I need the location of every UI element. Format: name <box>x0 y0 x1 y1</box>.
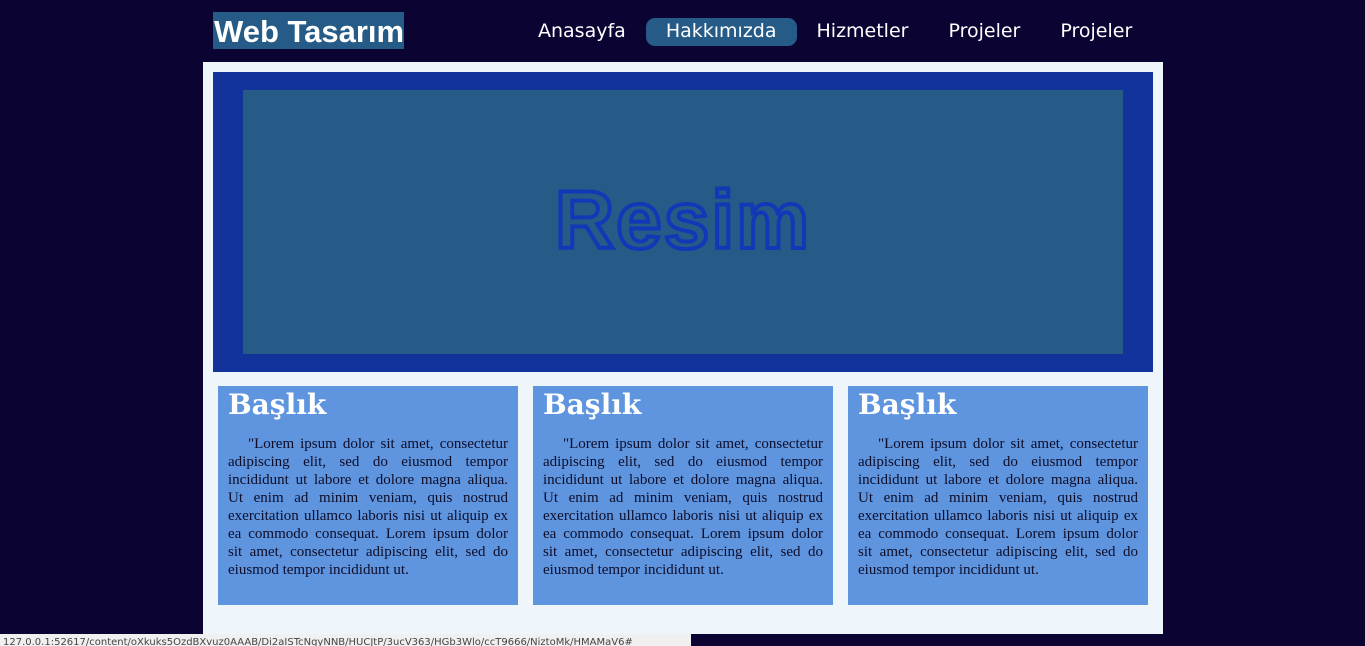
banner-image-graphic: Resim <box>553 173 811 268</box>
card-title: Başlık <box>228 388 327 421</box>
nav-item-projeler[interactable]: Projeler <box>928 18 1040 46</box>
status-bar-url: 127.0.0.1:52617/content/oXkuks5OzdBXvuz0… <box>0 634 691 646</box>
card-body: "Lorem ipsum dolor sit amet, consectetur… <box>228 436 508 578</box>
card-title: Başlık <box>543 388 642 421</box>
card-title: Başlık <box>858 388 957 421</box>
site-logo[interactable]: Web Tasarım <box>213 12 405 49</box>
main-container: Resim Başlık "Lorem ipsum dolor sit amet… <box>203 62 1163 634</box>
nav-item-anasayfa[interactable]: Anasayfa <box>518 18 646 46</box>
card-body: "Lorem ipsum dolor sit amet, consectetur… <box>858 436 1138 578</box>
content-card: Başlık "Lorem ipsum dolor sit amet, cons… <box>218 386 518 605</box>
content-card: Başlık "Lorem ipsum dolor sit amet, cons… <box>533 386 833 605</box>
nav-item-hakkimizda[interactable]: Hakkımızda <box>645 18 797 46</box>
content-card: Başlık "Lorem ipsum dolor sit amet, cons… <box>848 386 1148 605</box>
nav-item-hizmetler[interactable]: Hizmetler <box>797 18 929 46</box>
card-body: "Lorem ipsum dolor sit amet, consectetur… <box>543 436 823 578</box>
banner-image-text: Resim <box>555 175 811 266</box>
nav-item-projeler-2[interactable]: Projeler <box>1040 18 1152 46</box>
banner-image-placeholder: Resim <box>243 90 1123 354</box>
hero-banner: Resim <box>213 72 1153 372</box>
main-nav: Anasayfa Hakkımızda Hizmetler Projeler P… <box>518 18 1152 46</box>
